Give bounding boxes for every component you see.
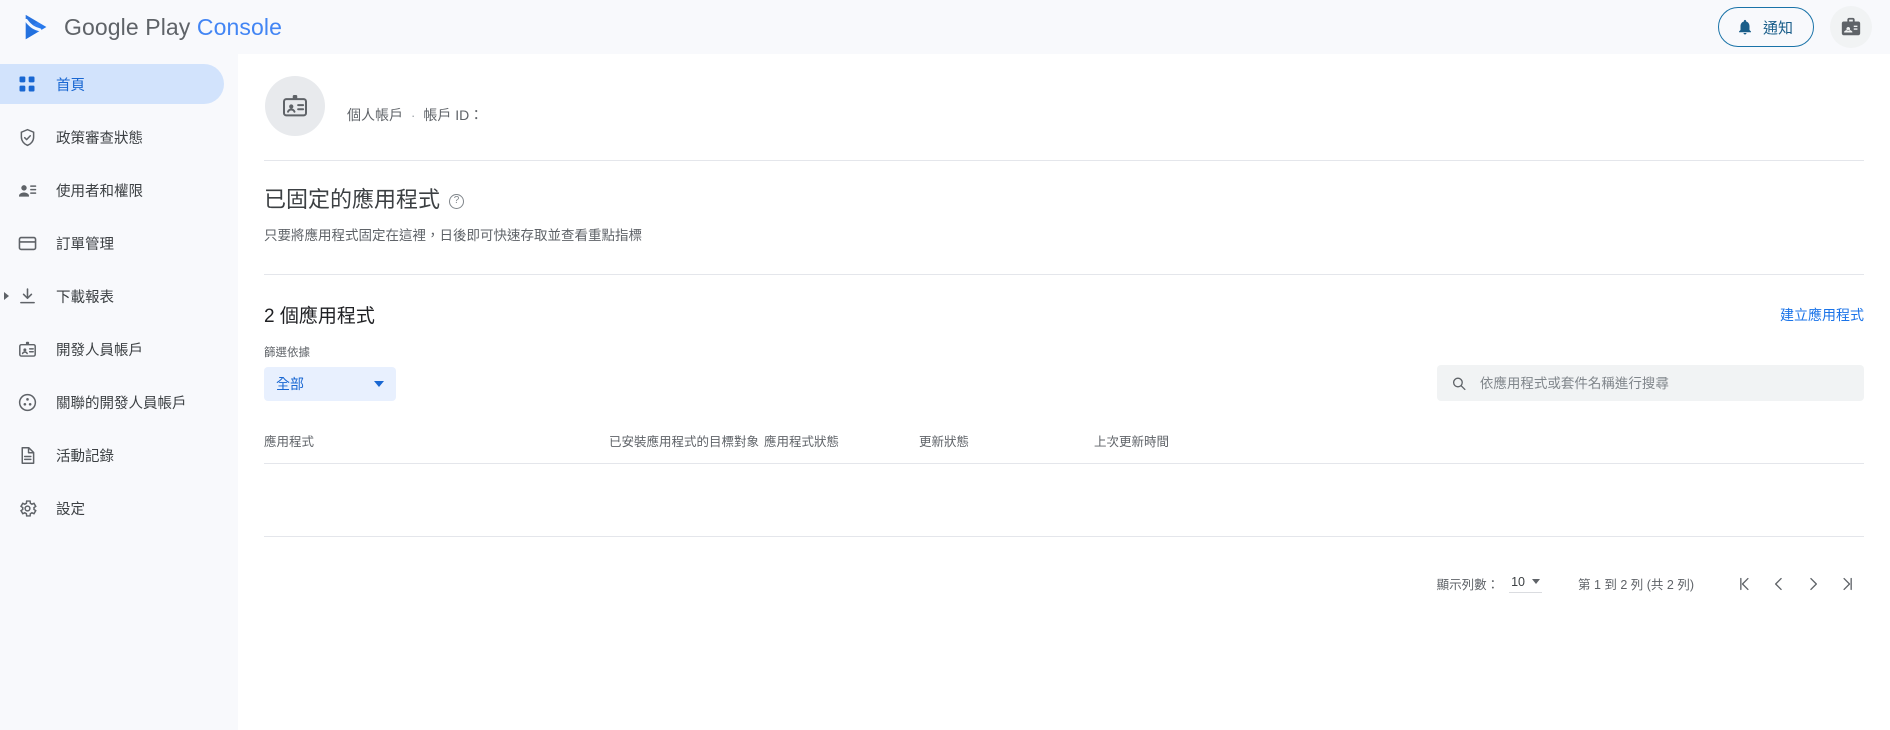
sidebar-item-label: 活動記錄: [56, 448, 114, 465]
rows-per-page-select[interactable]: 10: [1509, 575, 1542, 593]
sidebar-item-download-reports[interactable]: 下載報表: [0, 276, 224, 316]
google-play-logo-icon: [24, 14, 47, 40]
previous-page-button[interactable]: [1762, 567, 1796, 601]
brand-console: Console: [196, 13, 282, 40]
chevron-down-icon: [1532, 579, 1540, 585]
sidebar-item-activity-log[interactable]: 活動記錄: [0, 435, 224, 475]
grid-icon: [16, 73, 38, 95]
badge-icon: [1841, 17, 1861, 36]
linked-accounts-icon: [16, 391, 38, 413]
sidebar-item-label: 首頁: [56, 77, 85, 94]
main-content: 個人帳戶 · 帳戶 ID： 已固定的應用程式 ? 只要將應用程式固定在這裡，日後…: [238, 54, 1890, 730]
notifications-button[interactable]: 通知: [1717, 7, 1814, 47]
sidebar-item-linked-developer-accounts[interactable]: 關聯的開發人員帳戶: [0, 382, 224, 422]
sidebar-item-home[interactable]: 首頁: [0, 64, 224, 104]
sidebar-item-label: 開發人員帳戶: [56, 342, 143, 359]
help-icon[interactable]: ?: [449, 193, 465, 209]
filter-selected-value: 全部: [276, 376, 304, 393]
sidebar-item-policy-status[interactable]: 政策審查狀態: [0, 117, 224, 157]
document-icon: [16, 444, 38, 466]
top-bar-actions: 通知: [1717, 6, 1872, 48]
account-header: 個人帳戶 · 帳戶 ID：: [264, 54, 1864, 160]
pinned-apps-section: 已固定的應用程式 ? 只要將應用程式固定在這裡，日後即可快速存取並查看重點指標: [264, 161, 1864, 244]
next-page-button[interactable]: [1796, 567, 1830, 601]
bell-icon: [1738, 19, 1751, 35]
shield-check-icon: [16, 126, 38, 148]
notifications-label: 通知: [1762, 19, 1793, 37]
person-list-icon: [16, 179, 38, 201]
column-header-last-updated: 上次更新時間: [1094, 431, 1864, 465]
download-icon: [16, 285, 38, 307]
sidebar: 首頁 政策審查狀態 使用者和權限 訂單管理 下載報表 開發人員帳戶 關聯的開發人…: [0, 54, 238, 730]
create-app-link[interactable]: 建立應用程式: [1780, 305, 1864, 325]
chevron-left-icon: [1775, 577, 1782, 590]
top-bar: Google Play Console 通知: [0, 0, 1890, 54]
account-avatar: [265, 76, 325, 136]
apps-table-header-row: 應用程式 已安裝應用程式的目標對象 應用程式狀態 更新狀態 上次更新時間: [264, 431, 1864, 465]
chevron-right-icon: [1810, 577, 1817, 590]
apps-table: 應用程式 已安裝應用程式的目標對象 應用程式狀態 更新狀態 上次更新時間: [264, 431, 1864, 536]
table-bottom-divider: [264, 535, 1864, 537]
sidebar-item-users-permissions[interactable]: 使用者和權限: [0, 170, 224, 210]
search-icon: [1452, 377, 1466, 390]
rows-per-page-value: 10: [1511, 574, 1525, 589]
rows-per-page-label: 顯示列數：: [1436, 578, 1500, 593]
column-header-update-status: 更新狀態: [919, 431, 1094, 465]
sidebar-item-label: 設定: [56, 501, 85, 518]
apps-table-empty-row: [264, 464, 1864, 536]
column-header-app-status: 應用程式狀態: [764, 431, 919, 465]
credit-card-icon: [16, 232, 38, 254]
brand-google-play: Google Play: [64, 13, 191, 40]
account-type: 個人帳戶: [347, 107, 403, 123]
account-avatar-button[interactable]: [1830, 6, 1872, 48]
apps-table-body: [264, 464, 1864, 536]
filter-row: 篩選依據 全部: [264, 344, 1864, 402]
last-page-icon: [1843, 577, 1852, 590]
account-id-label: 帳戶 ID：: [423, 107, 484, 123]
last-page-button[interactable]: [1830, 567, 1864, 601]
sidebar-item-order-management[interactable]: 訂單管理: [0, 223, 224, 263]
apps-table-head: 應用程式 已安裝應用程式的目標對象 應用程式狀態 更新狀態 上次更新時間: [264, 431, 1864, 465]
play-console-page: Google Play Console 通知 首頁 政策審查狀態 使用者和權限 …: [0, 0, 1890, 730]
chevron-right-icon[interactable]: [4, 292, 9, 300]
sidebar-item-developer-account[interactable]: 開發人員帳戶: [0, 329, 224, 369]
search-input[interactable]: [1477, 374, 1850, 392]
separator-dot: ·: [411, 107, 416, 123]
sidebar-item-label: 政策審查狀態: [56, 130, 143, 147]
column-header-installed-target: 已安裝應用程式的目標對象: [609, 431, 764, 465]
filter-select[interactable]: 全部: [264, 367, 396, 402]
sidebar-item-label: 使用者和權限: [56, 183, 143, 200]
filter-label: 篩選依據: [264, 347, 310, 360]
page-title: 已固定的應用程式: [264, 187, 441, 212]
pagination-range-text: 第 1 到 2 列 (共 2 列): [1578, 578, 1694, 593]
brand-title: Google Play Console: [64, 13, 282, 40]
brand-logo-group[interactable]: Google Play Console: [22, 12, 282, 42]
chevron-down-icon: [374, 381, 384, 388]
first-page-icon: [1740, 577, 1749, 590]
badge-icon: [16, 338, 38, 360]
sidebar-item-label: 關聯的開發人員帳戶: [56, 395, 187, 412]
account-meta: 個人帳戶 · 帳戶 ID：: [347, 105, 491, 125]
pinned-apps-title-row: 已固定的應用程式 ?: [264, 187, 1864, 213]
apps-count-row: 2 個應用程式 建立應用程式: [264, 275, 1864, 328]
filter-group: 篩選依據 全部: [264, 344, 396, 402]
first-page-button[interactable]: [1728, 567, 1762, 601]
column-header-app: 應用程式: [264, 431, 609, 465]
pagination: 顯示列數： 10 第 1 到 2 列 (共 2 列): [264, 567, 1864, 601]
sidebar-item-label: 訂單管理: [56, 236, 114, 253]
pinned-apps-description: 只要將應用程式固定在這裡，日後即可快速存取並查看重點指標: [264, 228, 642, 244]
apps-count-title: 2 個應用程式: [264, 306, 375, 328]
sidebar-item-settings[interactable]: 設定: [0, 488, 224, 528]
search-box[interactable]: [1437, 365, 1864, 402]
sidebar-item-label: 下載報表: [56, 289, 114, 306]
gear-icon: [16, 497, 38, 519]
